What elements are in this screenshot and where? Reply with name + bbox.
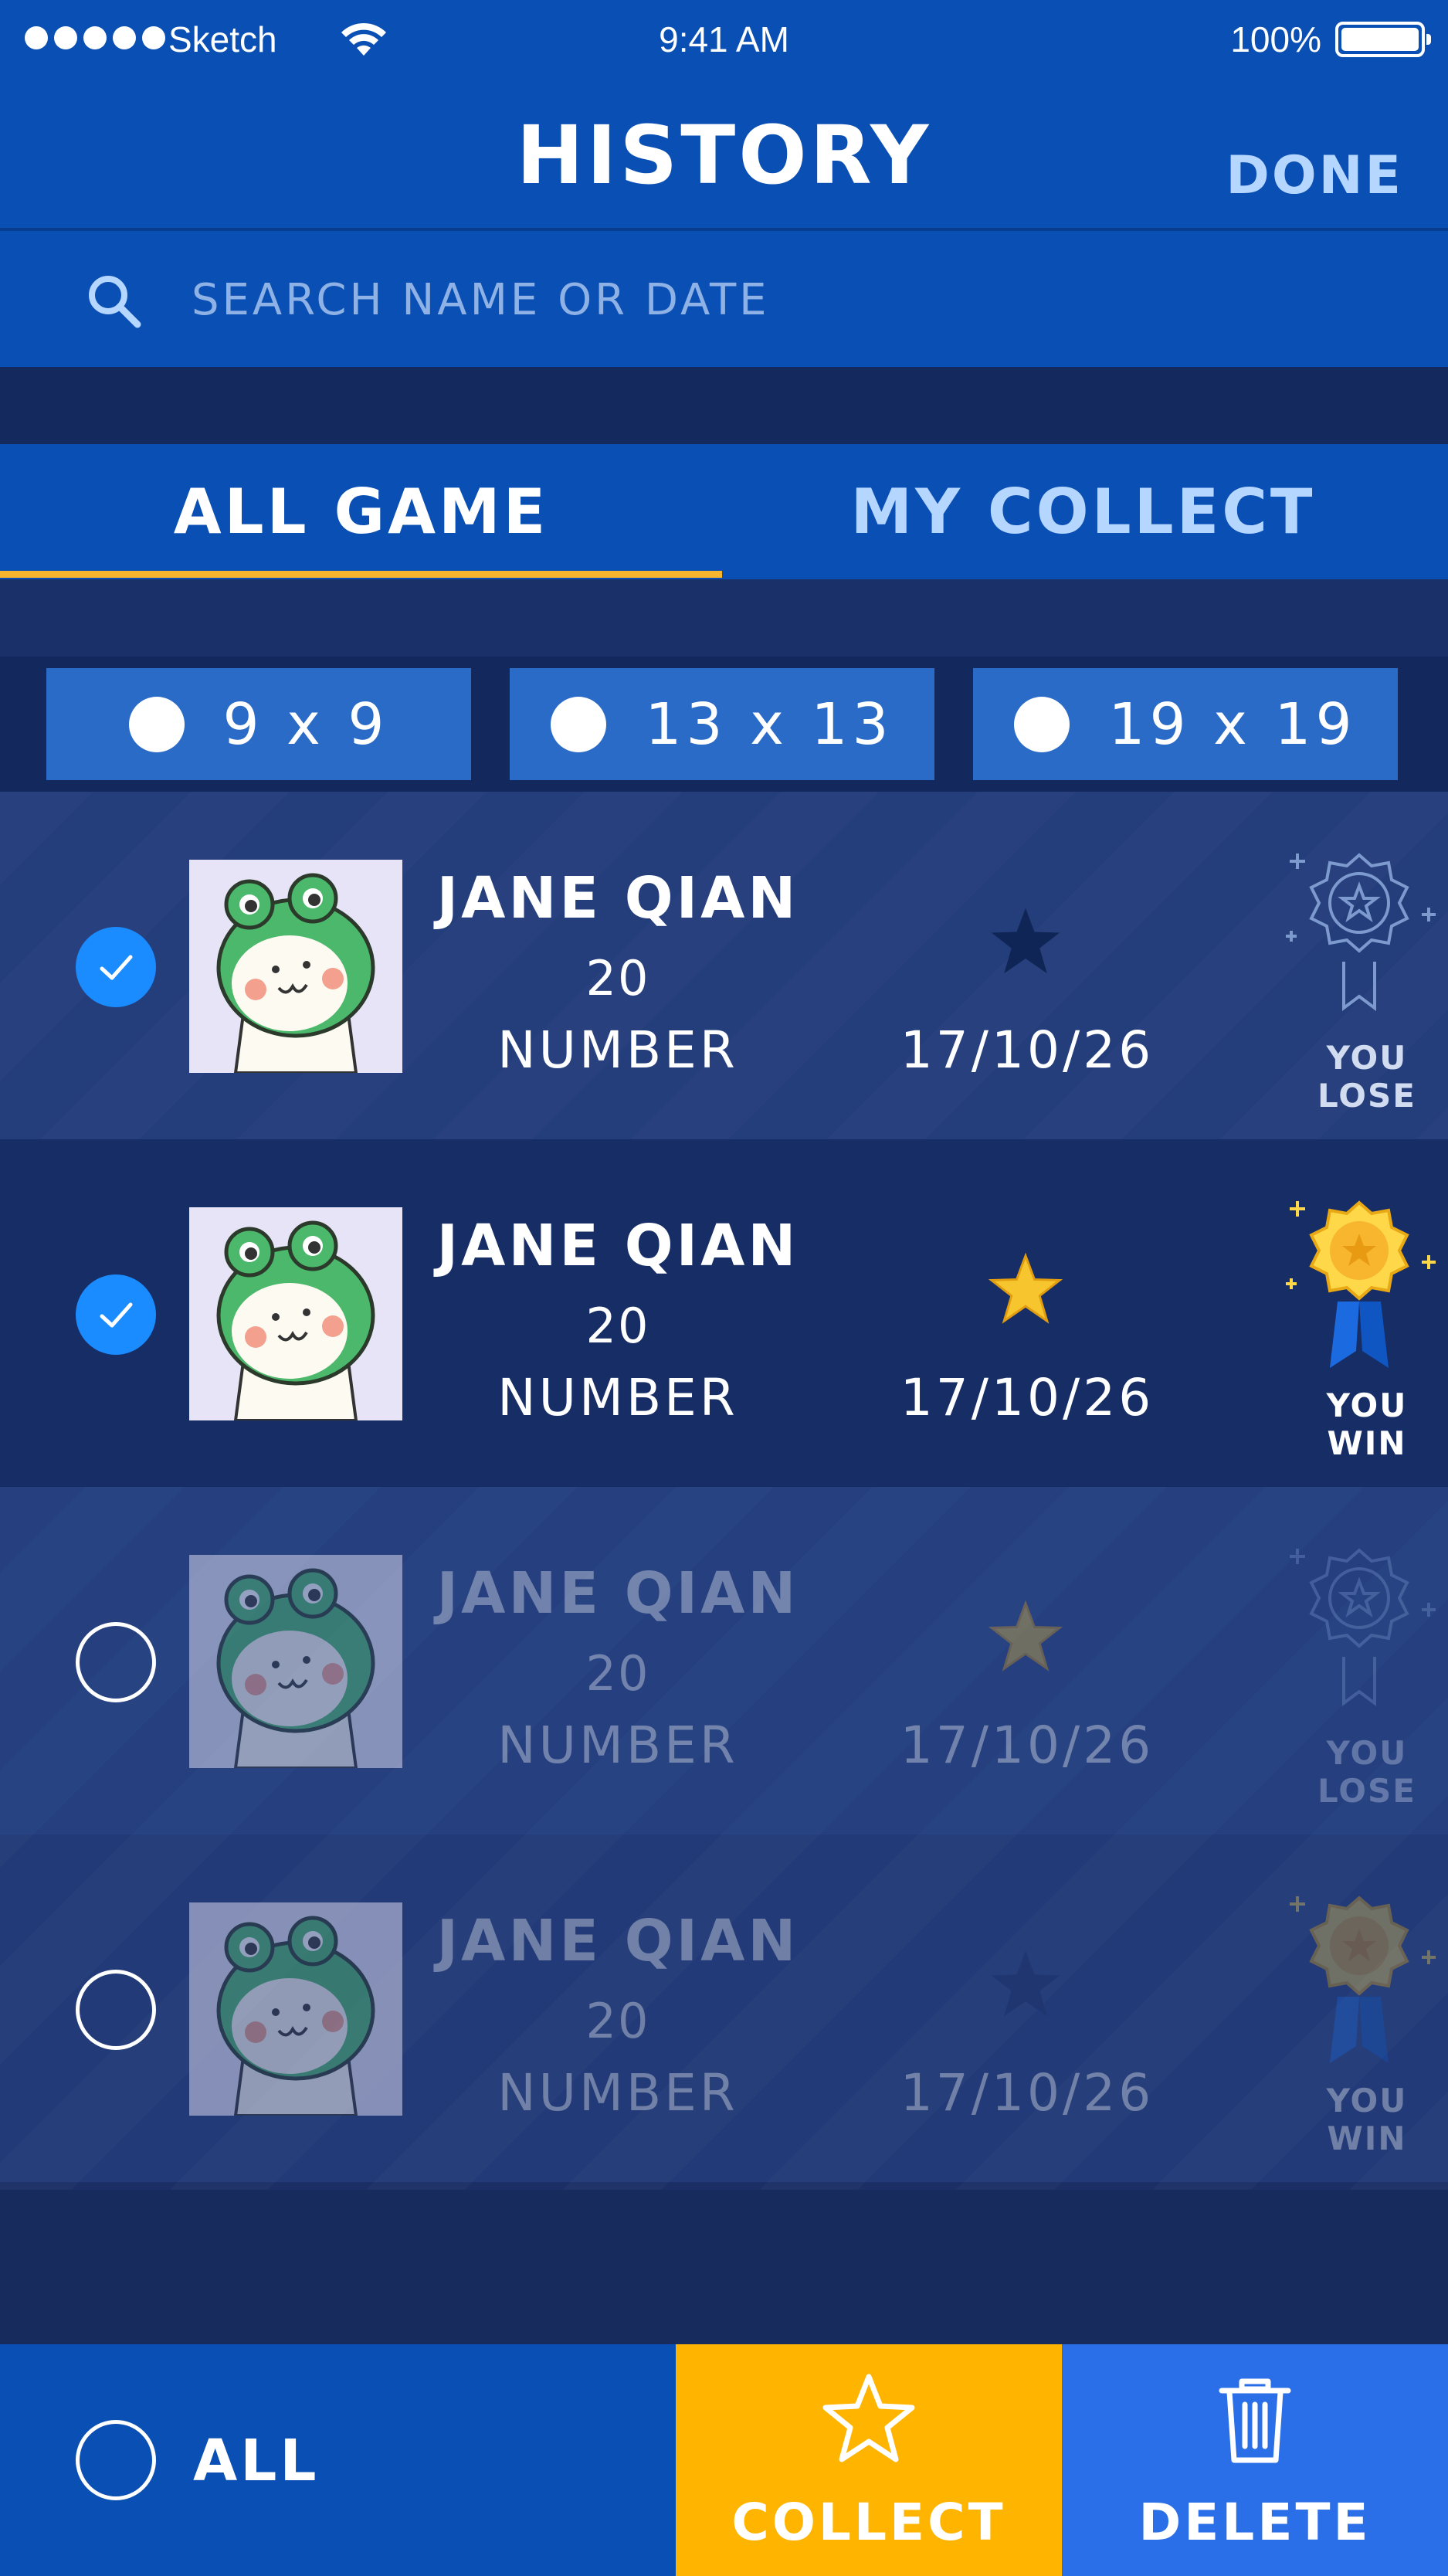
bottom-action-bar: ALL COLLECT DELETE: [0, 2344, 1448, 2576]
star-icon[interactable]: [989, 1946, 1063, 2021]
history-screen: Sketch 9:41 AM 100% HISTORY DONE ALL GAM…: [0, 0, 1448, 2576]
game-row[interactable]: JANE QIAN 20 NUMBER 17/10/26 YOU WIN: [0, 1834, 1448, 2182]
medal-icon: [1286, 1200, 1436, 1368]
star-icon[interactable]: [989, 904, 1063, 978]
player-name: JANE QIAN: [436, 1560, 799, 1627]
delete-label: DELETE: [1138, 2493, 1372, 2552]
trash-icon: [1219, 2378, 1291, 2463]
game-date: 17/10/26: [900, 1716, 1155, 1775]
move-unit: NUMBER: [497, 1368, 738, 1427]
move-count: 20: [585, 1993, 650, 2049]
select-all-label: ALL: [193, 2428, 320, 2494]
board-size-label: 13 x 13: [645, 691, 894, 758]
board-size-13[interactable]: 13 x 13: [510, 668, 934, 780]
move-count: 20: [585, 1298, 650, 1354]
avatar: [189, 1207, 402, 1420]
avatar: [189, 860, 402, 1073]
row-checkbox[interactable]: [76, 1622, 156, 1702]
nav-divider: [0, 228, 1448, 231]
player-name: JANE QIAN: [436, 1908, 799, 1974]
radio-icon: [76, 2420, 156, 2500]
row-checkbox[interactable]: [76, 1274, 156, 1355]
radio-icon: [551, 696, 607, 752]
delete-button[interactable]: DELETE: [1062, 2344, 1448, 2576]
collect-button[interactable]: COLLECT: [676, 2344, 1062, 2576]
spacer: [0, 367, 1448, 444]
medal-icon: [1290, 1548, 1436, 1706]
avatar: [189, 1902, 402, 2116]
player-name: JANE QIAN: [436, 865, 799, 932]
radio-icon: [1014, 696, 1070, 752]
game-date: 17/10/26: [900, 1020, 1155, 1080]
game-result: YOU WIN: [1326, 2082, 1408, 2157]
search-input[interactable]: [192, 266, 1273, 333]
board-size-label: 9 x 9: [222, 691, 389, 758]
header: Sketch 9:41 AM 100% HISTORY DONE: [0, 0, 1448, 367]
done-button[interactable]: DONE: [1226, 145, 1403, 206]
game-result: YOU WIN: [1326, 1386, 1408, 1462]
status-bar: Sketch 9:41 AM 100%: [0, 0, 1448, 77]
tab-bar: ALL GAME MY COLLECT: [0, 444, 1448, 579]
radio-icon: [128, 696, 185, 752]
medal-icon: [1286, 853, 1436, 1011]
battery-percent: 100%: [1230, 19, 1321, 59]
board-size-9[interactable]: 9 x 9: [46, 668, 471, 780]
game-result: YOU LOSE: [1317, 1039, 1416, 1115]
medal-icon: [1290, 1896, 1436, 2063]
move-unit: NUMBER: [497, 1716, 738, 1775]
search-bar: [0, 232, 1448, 367]
board-size-label: 19 x 19: [1108, 691, 1357, 758]
row-checkbox[interactable]: [76, 927, 156, 1007]
game-date: 17/10/26: [900, 1368, 1155, 1427]
board-size-19[interactable]: 19 x 19: [973, 668, 1398, 780]
avatar: [189, 1555, 402, 1768]
search-icon: [89, 276, 141, 328]
game-row[interactable]: JANE QIAN 20 NUMBER 17/10/26 YOU LOSE: [0, 1487, 1448, 1834]
move-count: 20: [585, 1645, 650, 1702]
spacer: [0, 2190, 1448, 2344]
tab-all-game[interactable]: ALL GAME: [0, 444, 722, 579]
player-name: JANE QIAN: [436, 1213, 799, 1279]
tab-my-collect[interactable]: MY COLLECT: [722, 444, 1444, 579]
move-count: 20: [585, 950, 650, 1006]
select-all-button[interactable]: ALL: [0, 2344, 676, 2576]
check-icon: [100, 1302, 133, 1328]
move-unit: NUMBER: [497, 2063, 738, 2123]
row-checkbox[interactable]: [76, 1970, 156, 2050]
board-size-filter: 9 x 9 13 x 13 19 x 19: [0, 668, 1448, 780]
active-tab-indicator: [0, 571, 722, 578]
star-icon: [822, 2374, 915, 2462]
battery-icon: [1335, 22, 1431, 57]
game-row[interactable]: JANE QIAN 20 NUMBER 17/10/26 YOU WIN: [0, 1139, 1448, 1487]
game-row[interactable]: JANE QIAN 20 NUMBER 17/10/26 YOU LOSE: [0, 792, 1448, 1139]
game-result: YOU LOSE: [1317, 1734, 1416, 1810]
game-date: 17/10/26: [900, 2063, 1155, 2123]
star-icon[interactable]: [989, 1599, 1063, 1673]
check-icon: [100, 955, 133, 980]
collect-label: COLLECT: [731, 2493, 1006, 2552]
move-unit: NUMBER: [497, 1020, 738, 1080]
star-icon[interactable]: [989, 1251, 1063, 1325]
